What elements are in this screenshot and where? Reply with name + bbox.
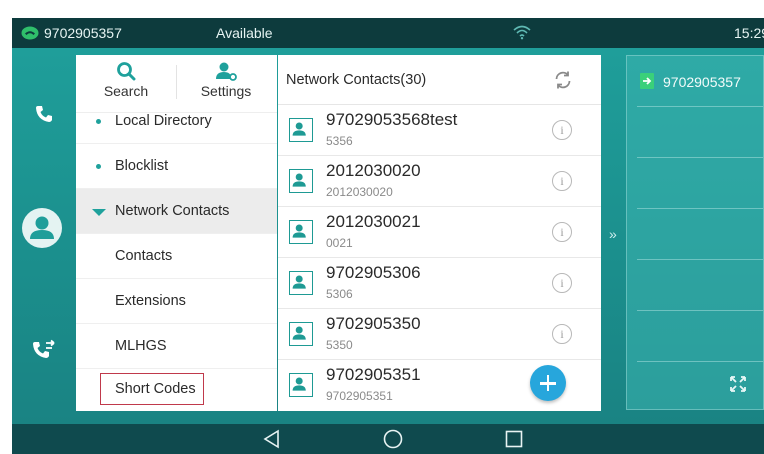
- back-icon[interactable]: [262, 429, 282, 449]
- contacts-title: Network Contacts(30): [286, 72, 427, 88]
- person-icon: [30, 216, 54, 239]
- directory-avatar-icon[interactable]: [22, 208, 62, 248]
- info-icon[interactable]: i: [552, 324, 572, 344]
- info-icon[interactable]: i: [552, 171, 572, 191]
- home-icon[interactable]: [383, 429, 403, 449]
- recent-apps-icon[interactable]: [504, 429, 524, 449]
- info-icon[interactable]: i: [552, 273, 572, 293]
- menu-item-extensions[interactable]: Extensions: [76, 279, 277, 324]
- menu-item-contacts[interactable]: Contacts: [76, 234, 277, 279]
- tab-settings-label: Settings: [200, 83, 252, 99]
- menu-item-label: Extensions: [115, 293, 186, 309]
- menu-item-local-directory[interactable]: Local Directory: [76, 107, 277, 144]
- menu-item-label: Local Directory: [115, 113, 212, 129]
- account-number: 9702905357: [44, 25, 122, 41]
- menu-item-blocklist[interactable]: Blocklist: [76, 144, 277, 189]
- contacts-header: Network Contacts(30): [278, 55, 601, 105]
- bullet-dot: [96, 119, 101, 124]
- contact-avatar-icon: [289, 220, 313, 244]
- menu-item-label: Blocklist: [115, 158, 169, 174]
- call-history-icon[interactable]: [32, 339, 56, 361]
- line-key-divider: [637, 259, 763, 260]
- menu-item-label: MLHGS: [115, 338, 167, 354]
- contact-number: 9702905351: [326, 389, 393, 403]
- menu-item-short-codes[interactable]: Short Codes: [76, 369, 277, 411]
- tab-settings[interactable]: Settings: [176, 57, 276, 111]
- contact-avatar-icon: [289, 373, 313, 397]
- info-icon[interactable]: i: [552, 222, 572, 242]
- menu-item-network-contacts[interactable]: Network Contacts: [76, 189, 277, 234]
- contact-number: 0021: [326, 236, 353, 250]
- contact-name: 2012030021: [326, 212, 421, 231]
- contact-number: 2012030020: [326, 185, 393, 199]
- expanded-triangle-icon: [92, 209, 106, 216]
- account-icon: [640, 73, 654, 89]
- contact-row[interactable]: 9702905306 5306 i: [278, 258, 601, 309]
- phone-icon[interactable]: [34, 104, 54, 124]
- expand-arrow-icon[interactable]: »: [609, 226, 617, 242]
- add-contact-button[interactable]: [530, 365, 566, 401]
- bullet-dot: [96, 164, 101, 169]
- contact-row[interactable]: 97029053568test 5356 i: [278, 105, 601, 156]
- contact-number: 5356: [326, 134, 353, 148]
- navigation-bar: [12, 424, 764, 454]
- call-status-icon: [21, 26, 39, 40]
- contacts-panel: Network Contacts(30) 97029053568test 535…: [278, 55, 601, 411]
- line-key-divider: [637, 361, 763, 362]
- line-keys-panel: 9702905357: [626, 55, 764, 410]
- line-key-divider: [637, 157, 763, 158]
- directory-menu: Search Settings Local Directory Blocklis…: [76, 55, 277, 411]
- line-key-divider: [637, 106, 763, 107]
- menu-item-label: Contacts: [115, 248, 173, 264]
- line-key-divider: [637, 208, 763, 209]
- phone-screen: 9702905357 Available 15:29: [0, 0, 764, 454]
- menu-tabs: Search Settings: [76, 55, 277, 113]
- menu-item-label: Network Contacts: [115, 203, 230, 219]
- line-key-divider: [637, 310, 763, 311]
- menu-item-mlhgs[interactable]: MLHGS: [76, 324, 277, 369]
- contact-row[interactable]: 2012030020 2012030020 i: [278, 156, 601, 207]
- fullscreen-icon[interactable]: [730, 376, 746, 392]
- line-key-account[interactable]: 9702905357: [663, 74, 741, 90]
- contact-number: 5306: [326, 287, 353, 301]
- contact-name: 97029053568test: [326, 110, 458, 129]
- tab-search-label: Search: [103, 83, 149, 99]
- presence-status: Available: [216, 25, 273, 41]
- contact-name: 2012030020: [326, 161, 421, 180]
- contact-avatar-icon: [289, 322, 313, 346]
- menu-item-label: Short Codes: [115, 381, 196, 397]
- person-gear-icon: [216, 62, 237, 81]
- contact-name: 9702905350: [326, 314, 421, 333]
- contact-row[interactable]: 2012030021 0021 i: [278, 207, 601, 258]
- clock: 15:29: [734, 25, 764, 41]
- contact-name: 9702905351: [326, 365, 421, 384]
- contact-number: 5350: [326, 338, 353, 352]
- info-icon[interactable]: i: [552, 120, 572, 140]
- contact-avatar-icon: [289, 169, 313, 193]
- contact-row[interactable]: 9702905350 5350 i: [278, 309, 601, 360]
- main-screen: Search Settings Local Directory Blocklis…: [12, 48, 764, 424]
- tab-search[interactable]: Search: [76, 57, 176, 111]
- contact-name: 9702905306: [326, 263, 421, 282]
- wifi-icon: [513, 25, 531, 40]
- search-icon: [117, 62, 136, 81]
- refresh-icon[interactable]: [553, 70, 573, 90]
- contact-avatar-icon: [289, 118, 313, 142]
- status-bar: 9702905357 Available 15:29: [12, 18, 764, 48]
- contact-avatar-icon: [289, 271, 313, 295]
